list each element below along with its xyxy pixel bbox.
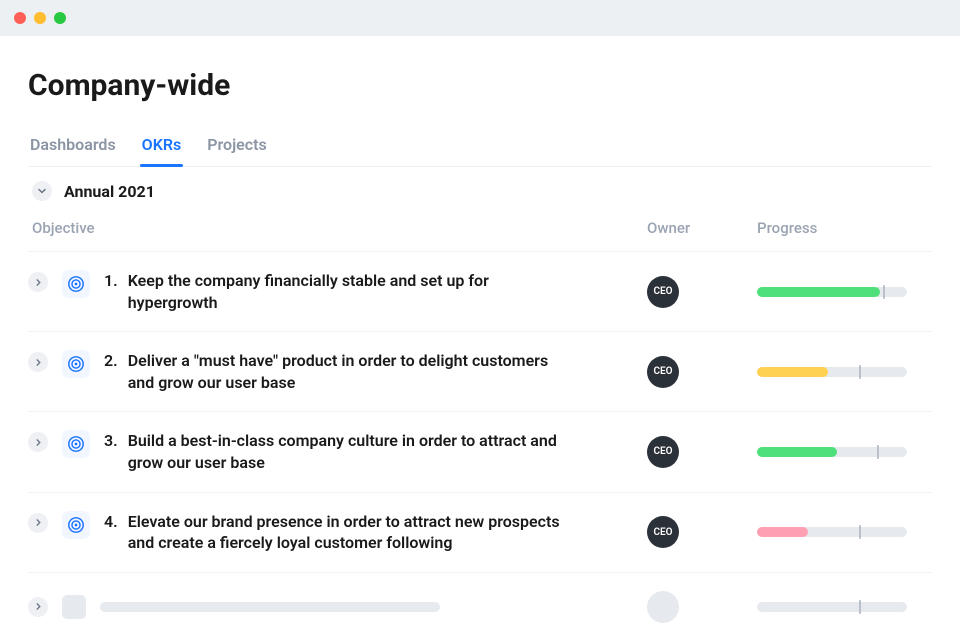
okr-row[interactable]: 3. Build a best-in-class company culture… [28,411,932,491]
placeholder-owner [647,591,679,623]
chevron-right-icon [35,359,42,366]
expand-button[interactable] [28,432,48,452]
chevron-down-icon [38,187,46,195]
column-header-progress: Progress [757,219,932,237]
target-icon [62,350,90,378]
target-icon-svg [67,516,85,534]
okr-list: 1. Keep the company financially stable a… [28,251,932,572]
objective-text: Build a best-in-class company culture in… [128,430,564,473]
progress-marker [883,285,885,299]
section-header: Annual 2021 [28,181,932,201]
progress-fill [757,367,828,377]
tabs: Dashboards OKRs Projects [28,127,932,167]
okr-row[interactable]: 1. Keep the company financially stable a… [28,251,932,331]
expand-button[interactable] [28,272,48,292]
column-header-objective: Objective [32,219,647,237]
chevron-right-icon [35,603,42,610]
progress-marker [859,600,861,614]
owner-badge[interactable]: CEO [647,276,679,308]
section-collapse-button[interactable] [32,181,52,201]
chevron-right-icon [35,279,42,286]
window-close-button[interactable] [14,12,26,24]
window-minimize-button[interactable] [34,12,46,24]
window-chrome [0,0,960,36]
section-title: Annual 2021 [64,182,155,201]
progress-bar [757,367,907,377]
okr-row-placeholder [28,572,932,641]
placeholder-text [100,602,440,612]
objective-number: 2. [104,350,118,393]
objective-number: 1. [104,270,118,313]
target-icon-svg [67,435,85,453]
column-header-owner: Owner [647,219,757,237]
objective-text: Keep the company financially stable and … [128,270,564,313]
progress-fill [757,287,880,297]
page-title: Company-wide [28,68,932,103]
target-icon [62,511,90,539]
target-icon-svg [67,355,85,373]
owner-badge[interactable]: CEO [647,436,679,468]
progress-bar [757,527,907,537]
target-icon-svg [67,275,85,293]
target-icon [62,430,90,458]
progress-marker [859,365,861,379]
progress-marker [877,445,879,459]
tab-okrs[interactable]: OKRs [140,127,184,166]
tab-dashboards[interactable]: Dashboards [28,127,118,166]
owner-badge[interactable]: CEO [647,516,679,548]
progress-fill [757,447,837,457]
okr-row[interactable]: 4. Elevate our brand presence in order t… [28,492,932,572]
objective-text: Elevate our brand presence in order to a… [128,511,564,554]
chevron-right-icon [35,439,42,446]
target-icon [62,270,90,298]
okr-row[interactable]: 2. Deliver a "must have" product in orde… [28,331,932,411]
objective-number: 4. [104,511,118,554]
progress-bar-placeholder [757,602,907,612]
objective-text: Deliver a "must have" product in order t… [128,350,564,393]
objective-number: 3. [104,430,118,473]
tab-projects[interactable]: Projects [205,127,269,166]
expand-button[interactable] [28,513,48,533]
columns-header: Objective Owner Progress [28,211,932,251]
progress-bar [757,287,907,297]
progress-marker [859,525,861,539]
progress-bar [757,447,907,457]
window-maximize-button[interactable] [54,12,66,24]
owner-badge[interactable]: CEO [647,356,679,388]
expand-button[interactable] [28,352,48,372]
progress-fill [757,527,808,537]
placeholder-icon [62,595,86,619]
chevron-right-icon [35,519,42,526]
